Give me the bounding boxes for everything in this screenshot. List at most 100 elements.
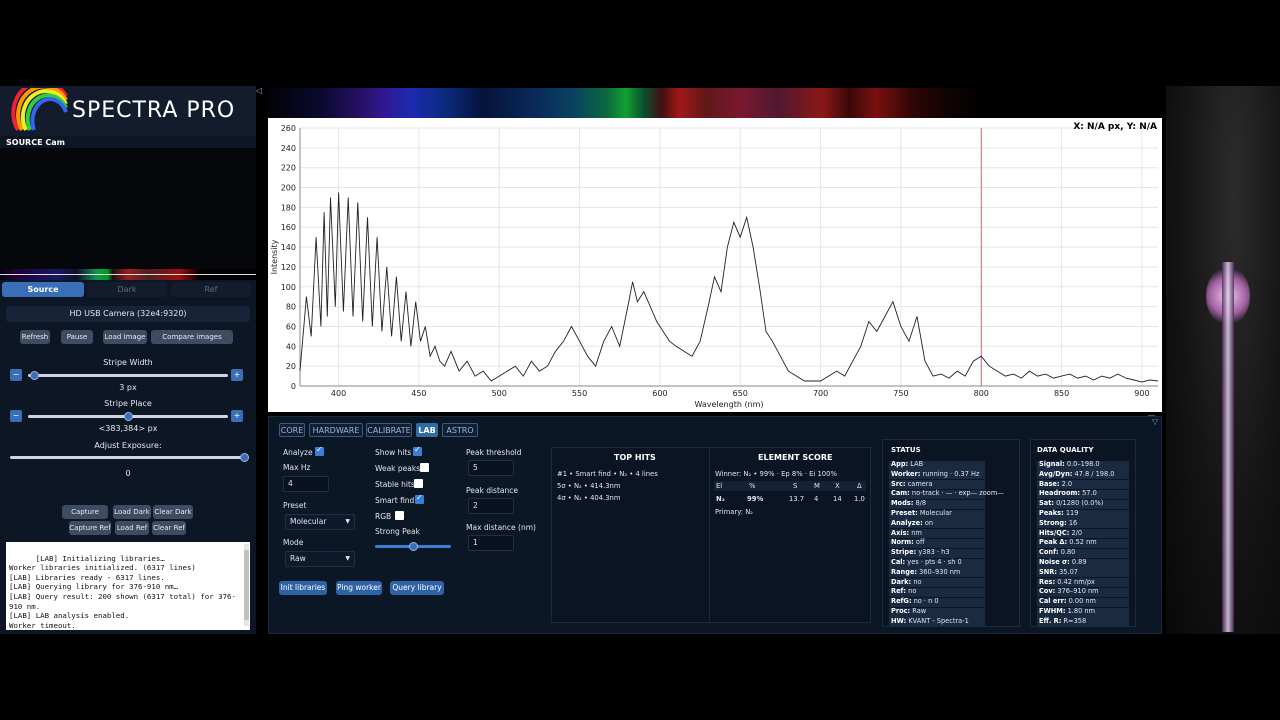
tab-astro[interactable]: ASTRO xyxy=(442,423,478,437)
score-el: N₂ xyxy=(716,495,725,503)
smart-find-checkbox[interactable] xyxy=(415,493,424,504)
capture-ref-button[interactable]: Capture Ref xyxy=(69,521,111,535)
dq-key: Noise σ: xyxy=(1039,558,1070,566)
x-tick-label: 900 xyxy=(1134,389,1149,398)
tab-calibrate[interactable]: CALIBRATE xyxy=(366,423,412,437)
status-value: no xyxy=(908,587,917,596)
stripe-width-increment[interactable]: + xyxy=(231,369,243,381)
status-row: Cam: no-track · — · exp— zoom— xyxy=(891,489,1004,499)
y-tick-label: 120 xyxy=(281,263,296,272)
stripe-width-knob[interactable] xyxy=(29,371,39,380)
dq-key: Peak Δ: xyxy=(1039,538,1068,547)
log-console[interactable]: [LAB] Initializing libraries… Worker lib… xyxy=(6,542,250,630)
score-header-row: El % S M X Δ xyxy=(714,481,866,491)
discharge-tube xyxy=(1222,262,1234,632)
stripe-place-knob[interactable] xyxy=(123,412,133,421)
stripe-width-slider[interactable] xyxy=(28,374,228,377)
rgb-checkbox[interactable] xyxy=(395,511,404,520)
x-tick-label: 600 xyxy=(652,389,667,398)
status-key: Cal: xyxy=(891,558,906,566)
y-axis-label: Intensity xyxy=(270,239,279,274)
status-value: LAB xyxy=(910,460,924,468)
weak-peaks-checkbox[interactable] xyxy=(420,463,429,472)
cursor-readout: X: N/A px, Y: N/A xyxy=(1073,122,1157,132)
load-image-button[interactable]: Load Image xyxy=(103,330,147,344)
tab-hardware[interactable]: HARDWARE xyxy=(309,423,363,437)
score-m: 4 xyxy=(814,495,819,503)
clear-dark-button[interactable]: Clear Dark xyxy=(153,505,193,519)
camera-select[interactable]: HD USB Camera (32e4:9320) xyxy=(6,306,250,322)
peak-distance-input[interactable]: 2 xyxy=(468,498,514,514)
logo: SPECTRA PRO xyxy=(0,86,256,136)
exposure-slider[interactable] xyxy=(10,456,244,459)
load-ref-button[interactable]: Load Ref xyxy=(115,521,149,535)
peak-threshold-input[interactable]: 5 xyxy=(468,460,514,476)
max-distance-input[interactable]: 1 xyxy=(468,535,514,551)
dq-row: Conf: 0.80 xyxy=(1039,548,1075,558)
refresh-button[interactable]: Refresh xyxy=(20,330,50,344)
collapse-panel-icon[interactable]: ◁ xyxy=(256,86,262,95)
strong-peak-knob[interactable] xyxy=(408,542,418,551)
dq-row: Hits/QC: 2/0 xyxy=(1039,529,1082,539)
y-tick-label: 200 xyxy=(281,184,296,193)
preset-select[interactable]: Molecular ▼ xyxy=(285,514,355,530)
exposure-label: Adjust Exposure: xyxy=(94,441,162,450)
compare-images-button[interactable]: Compare images xyxy=(151,330,233,344)
data-quality-title: DATA QUALITY xyxy=(1037,446,1094,454)
y-tick-label: 0 xyxy=(291,382,296,391)
status-key: HW: xyxy=(891,616,907,625)
status-row: Mods: 8/8 xyxy=(891,499,926,509)
top-hit-3: 4σ • N₂ • 404.3nm xyxy=(557,494,621,502)
x-tick-label: 550 xyxy=(572,389,587,398)
analyze-checkbox[interactable] xyxy=(315,445,324,456)
status-value: no xyxy=(913,577,922,586)
stripe-width-decrement[interactable]: − xyxy=(10,369,22,381)
dq-row: Peak Δ: 0.52 nm xyxy=(1039,538,1097,548)
dq-value: 0.00 nm xyxy=(1068,597,1096,606)
show-hits-checkbox[interactable] xyxy=(413,445,422,456)
status-row: Dark: no xyxy=(891,578,922,588)
status-row: Stripe: y383 · h3 xyxy=(891,548,950,558)
status-row: Worker: running · 0.37 Hz xyxy=(891,470,979,480)
dq-value: 0.80 xyxy=(1060,548,1076,557)
console-scroll-thumb[interactable] xyxy=(244,550,249,620)
tab-dark[interactable]: Dark xyxy=(87,282,167,297)
exposure-knob[interactable] xyxy=(239,453,249,462)
clear-ref-button[interactable]: Clear Ref xyxy=(152,521,186,535)
query-library-button[interactable]: Query library xyxy=(390,581,444,595)
load-dark-button[interactable]: Load Dark xyxy=(113,505,151,519)
init-libraries-button[interactable]: Init libraries xyxy=(279,581,327,595)
stripe-place-increment[interactable]: + xyxy=(231,410,243,422)
chevron-down-icon: ▼ xyxy=(345,518,350,525)
status-value: nm xyxy=(911,528,922,537)
mode-select[interactable]: Raw ▼ xyxy=(285,551,355,567)
y-tick-label: 260 xyxy=(281,124,296,133)
dq-value: 35.07 xyxy=(1059,567,1078,576)
status-row: Preset: Molecular xyxy=(891,509,952,519)
tab-core[interactable]: CORE xyxy=(279,423,305,437)
y-tick-label: 20 xyxy=(286,362,296,371)
dq-row: Cov: 376–910 nm xyxy=(1039,587,1099,597)
pause-button[interactable]: Pause xyxy=(61,330,93,344)
console-scrollbar[interactable] xyxy=(244,544,249,626)
console-text: [LAB] Initializing libraries… Worker lib… xyxy=(9,553,236,630)
dq-key: Hits/QC: xyxy=(1039,528,1070,537)
status-row: Proc: Raw xyxy=(891,607,926,617)
x-tick-label: 650 xyxy=(733,389,748,398)
stable-hits-checkbox[interactable] xyxy=(414,479,423,488)
tab-lab[interactable]: LAB xyxy=(416,423,438,437)
tab-source[interactable]: Source xyxy=(2,282,84,297)
tab-ref[interactable]: Ref xyxy=(171,282,251,297)
dq-key: Base: xyxy=(1039,479,1060,488)
exposure-value: 0 xyxy=(125,469,131,478)
stable-hits-label: Stable hits xyxy=(375,480,415,489)
spectrum-chart[interactable]: 0 20 40 60 80 100 120 140 160 180 200 220 240 260 400 4… xyxy=(268,118,1162,412)
ping-worker-button[interactable]: Ping worker xyxy=(336,581,382,595)
max-hz-input[interactable]: 4 xyxy=(283,476,329,492)
capture-dark-button[interactable]: Capture Dark xyxy=(62,505,108,530)
mode-label: Mode xyxy=(283,538,304,547)
chevron-down-icon[interactable]: ▽ xyxy=(1152,417,1158,426)
source-label: SOURCE Cam xyxy=(6,138,65,147)
dq-row: Headroom: 57.0 xyxy=(1039,489,1097,499)
stripe-place-decrement[interactable]: − xyxy=(10,410,22,422)
